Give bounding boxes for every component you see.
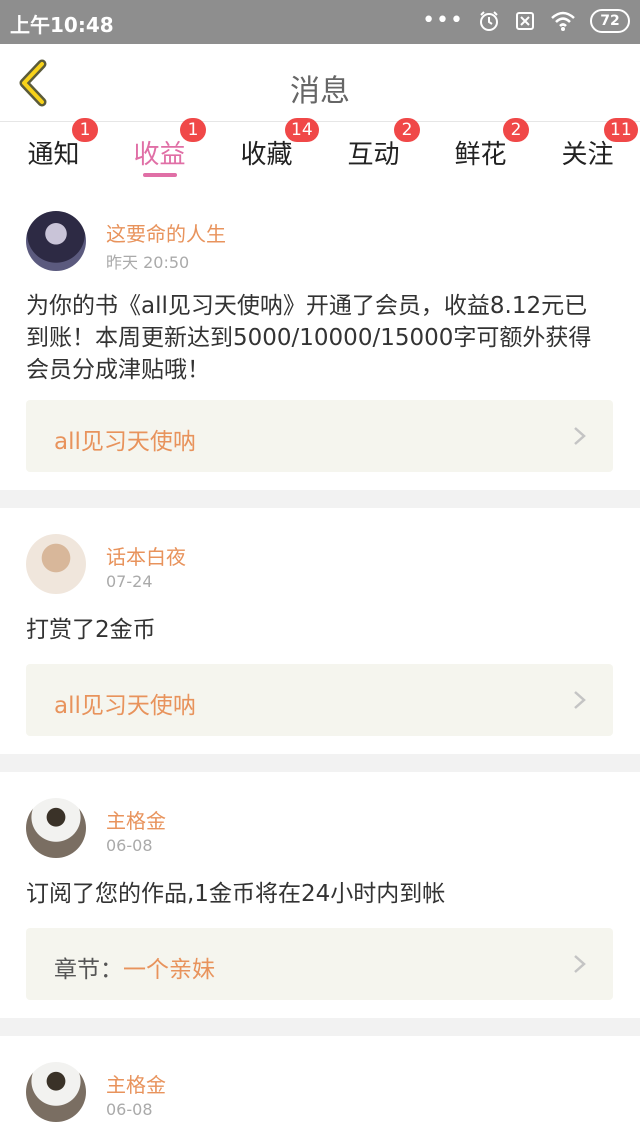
message-text: 为你的书《all见习天使呐》开通了会员，收益8.12元已到账！本周更新达到500… [26,293,592,383]
count-badge: 1 [180,118,206,142]
status-time: 上午10:48 [10,13,114,37]
tab-flowers[interactable]: 鲜花 2 [427,118,534,188]
status-icons: ••• 72 [422,9,630,33]
timestamp: 07-24 [106,572,153,591]
message-card: 主格金 06-08 订阅了您的作品,1金币将在24小时内到帐 章节：一个亲妹 [0,772,640,1018]
timestamp: 06-08 [106,836,153,855]
wifi-icon [551,11,575,31]
alarm-icon [480,11,498,31]
more-dots-icon: ••• [422,8,464,33]
active-tab-indicator [143,173,177,177]
book-title: all见习天使呐 [54,693,196,719]
message-card: 主格金 06-08 [0,1036,640,1138]
page-title: 消息 [290,74,350,109]
chapter-link[interactable]: 章节：一个亲妹 [26,928,613,1000]
avatar[interactable] [26,1062,86,1122]
no-sim-icon [516,12,534,30]
chapter-prefix: 章节： [54,957,123,983]
tab-notifications[interactable]: 通知 1 [0,118,107,188]
author-name[interactable]: 话本白夜 [106,541,186,570]
count-badge: 2 [394,118,420,142]
status-bar: 上午10:48 ••• 72 [0,0,640,44]
author-name[interactable]: 主格金 [106,805,166,834]
count-badge: 2 [503,118,529,142]
chevron-right-icon [574,427,586,445]
count-badge: 11 [604,118,638,142]
author-name[interactable]: 这要命的人生 [106,218,226,247]
avatar[interactable] [26,798,86,858]
message-card: 话本白夜 07-24 打赏了2金币 all见习天使呐 [0,508,640,754]
avatar[interactable] [26,211,86,271]
author-name[interactable]: 主格金 [106,1069,166,1098]
avatar[interactable] [26,534,86,594]
timestamp: 06-08 [106,1100,153,1119]
book-link[interactable]: all见习天使呐 [26,400,613,472]
tab-earnings[interactable]: 收益 1 [106,118,213,188]
chapter-title: 一个亲妹 [123,957,215,983]
timestamp: 昨天 20:50 [106,253,190,272]
tab-interactions[interactable]: 互动 2 [320,118,427,188]
count-badge: 14 [285,118,319,142]
tab-favorites[interactable]: 收藏 14 [213,118,320,188]
chevron-right-icon [574,691,586,709]
message-card: 这要命的人生 昨天 20:50 为你的书《all见习天使呐》开通了会员，收益8.… [0,188,640,490]
count-badge: 1 [72,118,98,142]
chapter-link-text: 章节：一个亲妹 [54,950,215,984]
chevron-right-icon [574,955,586,973]
book-title: all见习天使呐 [54,429,196,455]
message-text: 订阅了您的作品,1金币将在24小时内到帐 [26,881,446,907]
battery-indicator: 72 [590,9,630,33]
book-link[interactable]: all见习天使呐 [26,664,613,736]
message-text: 打赏了2金币 [26,617,156,643]
nav-bar: 消息 [0,44,640,122]
tab-follows[interactable]: 关注 11 [534,118,640,188]
tab-bar: 通知 1 收益 1 收藏 14 互动 2 鲜花 2 关注 11 [0,118,640,188]
